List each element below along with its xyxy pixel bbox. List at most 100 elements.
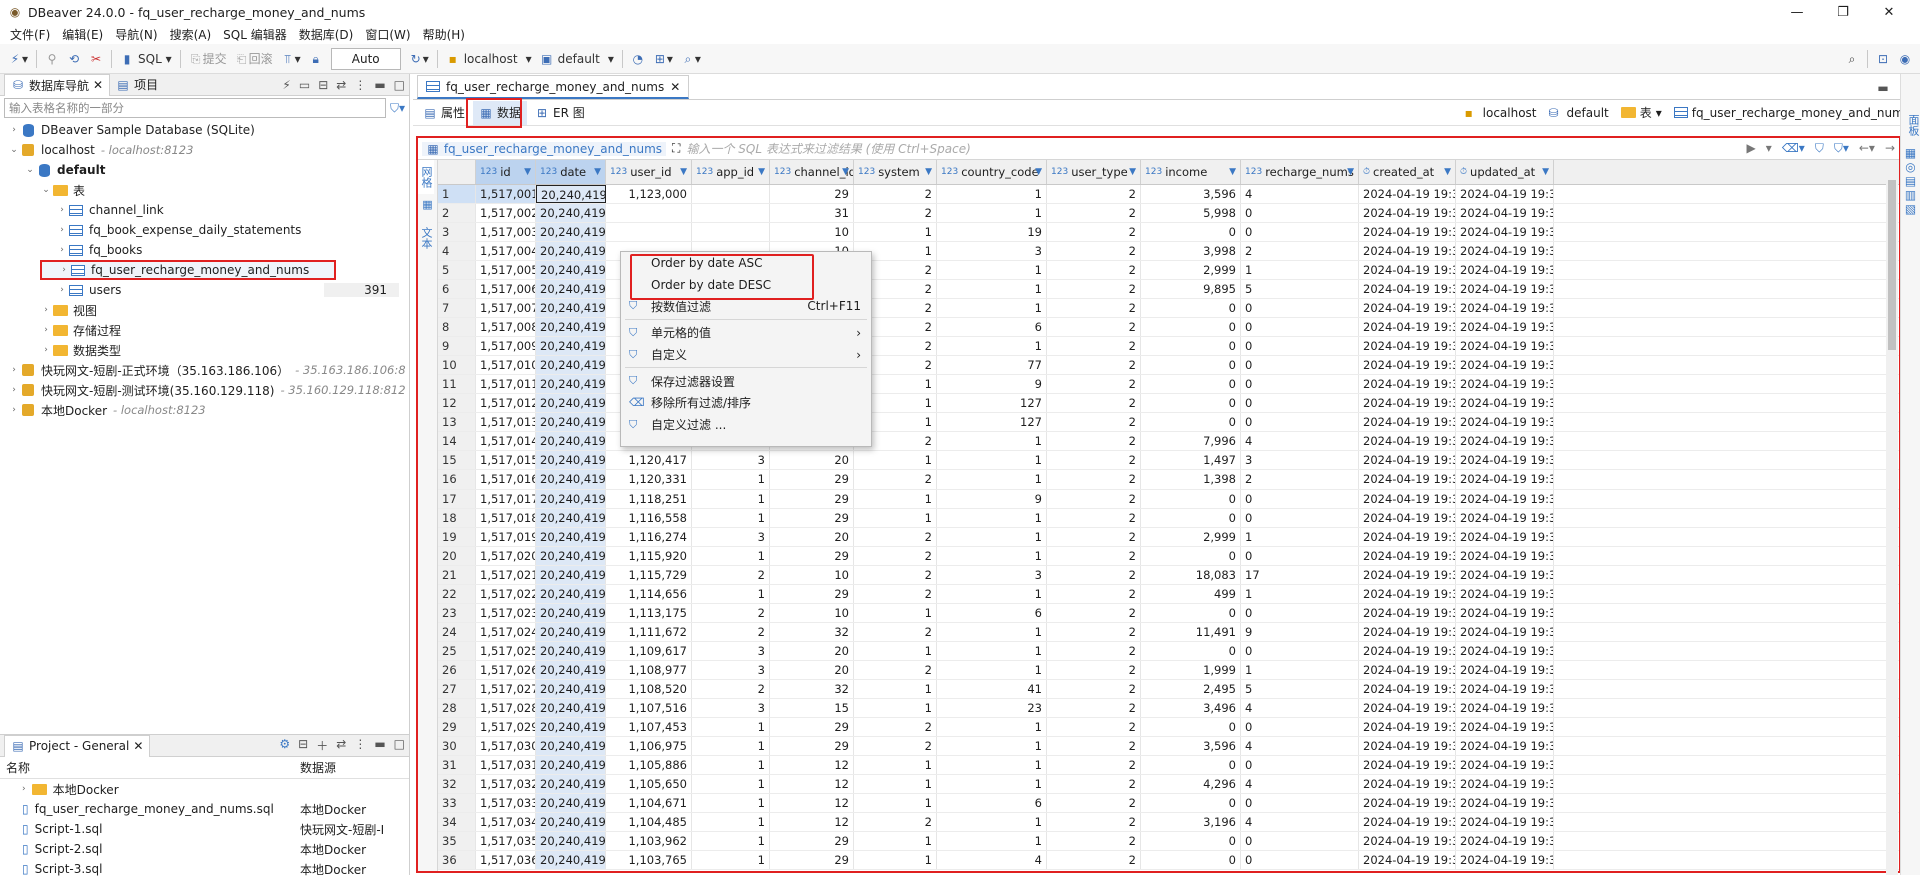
grid-cell[interactable]: 1,517,027 bbox=[476, 680, 536, 698]
grid-cell[interactable]: 2 bbox=[854, 661, 937, 679]
grid-cell[interactable]: 2024-04-19 19:30:31 bbox=[1359, 623, 1456, 641]
grid-cell[interactable]: 2024-04-19 19:30:31 bbox=[1359, 451, 1456, 469]
grid-cell[interactable]: 0 bbox=[1141, 337, 1241, 355]
row-number[interactable]: 14 bbox=[438, 432, 476, 450]
grid-cell[interactable]: 499 bbox=[1141, 585, 1241, 603]
grid-cell[interactable]: 4,296 bbox=[1141, 775, 1241, 793]
grid-cell[interactable]: 2024-04-19 19:30:31 bbox=[1456, 547, 1554, 565]
grid-cell[interactable]: 2024-04-19 19:30:31 bbox=[1456, 756, 1554, 774]
expand-toggle-icon[interactable]: › bbox=[8, 385, 20, 395]
grid-cell[interactable]: 2 bbox=[1047, 299, 1141, 317]
grid-cell[interactable]: 29 bbox=[770, 585, 854, 603]
tree-node[interactable]: ⌄default bbox=[0, 160, 409, 180]
row-number[interactable]: 10 bbox=[438, 356, 476, 374]
grid-cell[interactable]: 2024-04-19 19:30:31 bbox=[1456, 470, 1554, 488]
row-number[interactable]: 16 bbox=[438, 470, 476, 488]
grid-cell[interactable]: 0 bbox=[1241, 318, 1359, 336]
grid-cell[interactable]: 2 bbox=[1047, 223, 1141, 241]
grid-cell[interactable]: 2 bbox=[692, 566, 770, 584]
row-number[interactable]: 28 bbox=[438, 699, 476, 717]
grid-cell[interactable]: 2 bbox=[1047, 547, 1141, 565]
tree-node[interactable]: ›存储过程 bbox=[0, 320, 409, 340]
settings-icon[interactable]: ⚙ bbox=[279, 737, 290, 754]
grid-cell[interactable]: 2024-04-19 19:30:31 bbox=[1359, 718, 1456, 736]
grid-cell[interactable]: 1 bbox=[937, 204, 1047, 222]
grid-cell[interactable]: 20 bbox=[770, 451, 854, 469]
grid-cell[interactable]: 0 bbox=[1141, 413, 1241, 431]
grid-cell[interactable]: 1,517,003 bbox=[476, 223, 536, 241]
grid-cell[interactable]: 2024-04-19 19:30:31 bbox=[1359, 851, 1456, 869]
grid-cell[interactable]: 1,517,013 bbox=[476, 413, 536, 431]
column-header-income[interactable]: 123income▼ bbox=[1141, 160, 1241, 184]
grid-cell[interactable]: 0 bbox=[1141, 642, 1241, 660]
grid-cell[interactable]: 1,517,007 bbox=[476, 299, 536, 317]
tree-node[interactable]: ›本地Docker- localhost:8123 bbox=[0, 400, 409, 420]
grid-cell[interactable]: 1 bbox=[937, 337, 1047, 355]
grid-cell[interactable]: 2 bbox=[1047, 242, 1141, 260]
row-number[interactable]: 19 bbox=[438, 528, 476, 546]
er-button[interactable]: ⊞▾ bbox=[649, 48, 677, 70]
grid-cell[interactable]: 20,240,419 bbox=[536, 832, 606, 850]
grid-cell[interactable]: 17 bbox=[1241, 566, 1359, 584]
grid-cell[interactable]: 2 bbox=[1047, 528, 1141, 546]
grid-cell[interactable]: 2024-04-19 19:30:31 bbox=[1456, 375, 1554, 393]
grid-cell[interactable]: 2024-04-19 19:30:31 bbox=[1456, 242, 1554, 260]
grid-cell[interactable]: 1,517,001 bbox=[476, 185, 536, 203]
grid-cell[interactable]: 20,240,419 bbox=[536, 337, 606, 355]
grid-cell[interactable]: 1 bbox=[1241, 528, 1359, 546]
menu-database[interactable]: 数据库(D) bbox=[293, 26, 360, 43]
grid-cell[interactable]: 77 bbox=[937, 356, 1047, 374]
grid-icon[interactable]: ▦ bbox=[418, 198, 437, 211]
grid-cell[interactable]: 2 bbox=[1047, 394, 1141, 412]
panels-label[interactable]: 面板 bbox=[1901, 114, 1920, 136]
commit-button[interactable]: ⎘提交 bbox=[185, 48, 231, 70]
grid-cell[interactable]: 2024-04-19 19:30:31 bbox=[1456, 204, 1554, 222]
tab-project-general[interactable]: ▤Project - General✕ bbox=[4, 735, 150, 757]
grid-cell[interactable]: 1 bbox=[937, 832, 1047, 850]
grid-cell[interactable]: 1,118,251 bbox=[606, 490, 692, 508]
grid-cell[interactable]: 2 bbox=[1047, 566, 1141, 584]
grid-cell[interactable]: 1 bbox=[854, 451, 937, 469]
grid-cell[interactable]: 20,240,419 bbox=[536, 642, 606, 660]
grid-cell[interactable]: 15 bbox=[770, 699, 854, 717]
grid-cell[interactable]: 1,517,012 bbox=[476, 394, 536, 412]
grid-cell[interactable]: 2024-04-19 19:30:31 bbox=[1359, 756, 1456, 774]
grid-cell[interactable]: 2024-04-19 19:30:31 bbox=[1359, 585, 1456, 603]
sort-arrow-icon[interactable]: ▼ bbox=[1347, 167, 1354, 177]
tree-node[interactable]: ⌄表 bbox=[0, 180, 409, 200]
grid-cell[interactable]: 12 bbox=[770, 813, 854, 831]
tree-node[interactable]: ›视图 bbox=[0, 300, 409, 320]
grid-cell[interactable]: 2024-04-19 19:30:31 bbox=[1359, 661, 1456, 679]
grid-cell[interactable]: 2024-04-19 19:30:31 bbox=[1456, 585, 1554, 603]
table-row[interactable]: 191,517,01920,240,4191,116,2743202122,99… bbox=[438, 528, 1899, 547]
table-row[interactable]: 251,517,02520,240,4191,109,6173201120020… bbox=[438, 642, 1899, 661]
grid-cell[interactable] bbox=[606, 223, 692, 241]
grid-cell[interactable]: 2 bbox=[1047, 337, 1141, 355]
grid-cell[interactable]: 20,240,419 bbox=[536, 718, 606, 736]
col-source-header[interactable]: 数据源 bbox=[300, 759, 336, 776]
grid-cell[interactable]: 2 bbox=[854, 185, 937, 203]
grid-cell[interactable]: 32 bbox=[770, 680, 854, 698]
grid-cell[interactable]: 2024-04-19 19:30:31 bbox=[1456, 509, 1554, 527]
table-row[interactable]: 281,517,02820,240,4191,107,51631512323,4… bbox=[438, 699, 1899, 718]
grid-scrollbar[interactable] bbox=[1886, 170, 1898, 875]
grid-cell[interactable]: 3,196 bbox=[1141, 813, 1241, 831]
grid-cell[interactable]: 1,517,032 bbox=[476, 775, 536, 793]
grid-cell[interactable]: 2024-04-19 19:30:31 bbox=[1359, 356, 1456, 374]
grid-cell[interactable]: 10 bbox=[770, 604, 854, 622]
grid-cell[interactable]: 20,240,419 bbox=[536, 356, 606, 374]
grid-cell[interactable]: 3,496 bbox=[1141, 699, 1241, 717]
grid-cell[interactable]: 20,240,419 bbox=[536, 470, 606, 488]
grid-cell[interactable]: 29 bbox=[770, 509, 854, 527]
row-number[interactable]: 27 bbox=[438, 680, 476, 698]
grid-cell[interactable]: 1 bbox=[937, 737, 1047, 755]
grid-cell[interactable]: 2,999 bbox=[1141, 261, 1241, 279]
maximize-icon[interactable]: □ bbox=[394, 78, 405, 92]
grid-cell[interactable]: 2024-04-19 19:30:31 bbox=[1456, 775, 1554, 793]
sort-arrow-icon[interactable]: ▼ bbox=[1444, 167, 1451, 177]
grid-cell[interactable]: 2024-04-19 19:30:31 bbox=[1359, 547, 1456, 565]
row-number[interactable]: 7 bbox=[438, 299, 476, 317]
add-icon[interactable]: ＋ bbox=[316, 737, 328, 754]
column-header-date[interactable]: 123date▼ bbox=[536, 160, 606, 184]
sort-arrow-icon[interactable]: ▼ bbox=[1035, 167, 1042, 177]
